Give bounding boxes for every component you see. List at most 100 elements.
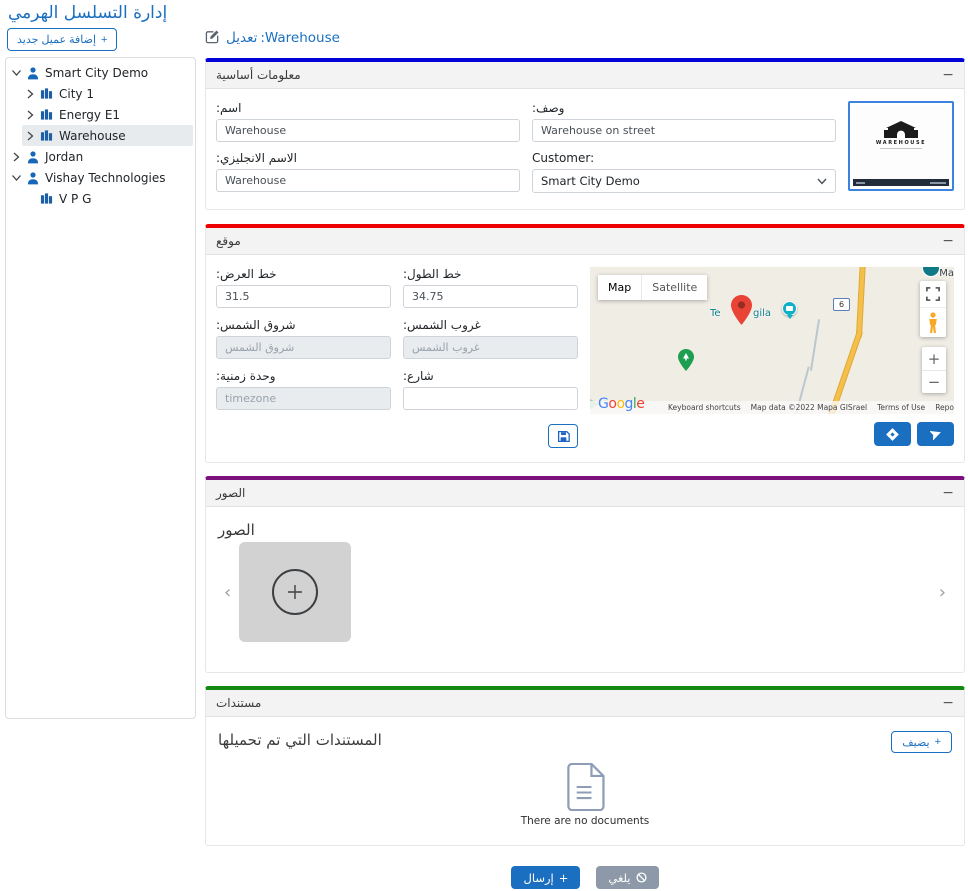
collapse-icon[interactable]: − xyxy=(942,486,954,500)
timezone-input xyxy=(216,387,391,410)
tree-item-warehouse-selected[interactable]: Warehouse xyxy=(22,125,193,146)
chevron-right-icon[interactable] xyxy=(26,89,35,99)
tree-item-jordan[interactable]: Jordan xyxy=(8,146,193,167)
tree-item-smart-city-demo[interactable]: Smart City Demo xyxy=(8,62,193,83)
navigate-button[interactable] xyxy=(917,422,954,446)
keyboard-shortcuts-link[interactable]: Keyboard shortcuts xyxy=(668,403,741,412)
collapse-icon[interactable]: − xyxy=(942,68,954,82)
edit-entity-name: :Warehouse xyxy=(260,30,340,46)
add-client-button[interactable]: إضافة عميل جديد + xyxy=(7,28,117,51)
edit-header: تعديل :Warehouse xyxy=(205,30,965,46)
entity-thumbnail-cell: WAREHOUSE xyxy=(848,101,954,193)
zoom-out-button[interactable]: − xyxy=(922,370,946,393)
poi-label-top: Ma xyxy=(939,268,954,279)
fullscreen-icon[interactable] xyxy=(920,281,946,307)
tree-item-energy-e1[interactable]: Energy E1 xyxy=(22,104,193,125)
tree-item-v-p-g[interactable]: V P G xyxy=(22,188,193,209)
collapse-icon[interactable]: − xyxy=(942,696,954,710)
tree-item-label: City 1 xyxy=(59,87,94,101)
map-tab[interactable]: Map xyxy=(598,275,641,300)
zoom-in-button[interactable]: + xyxy=(922,347,946,370)
documents-title: مستندات xyxy=(216,696,261,710)
tree-item-vishay-technologies[interactable]: Vishay Technologies xyxy=(8,167,193,188)
pegman-icon[interactable] xyxy=(920,307,946,337)
route-shield: 6 xyxy=(833,298,850,311)
buildings-icon xyxy=(40,129,54,142)
save-location-button[interactable] xyxy=(548,424,578,448)
images-card: الصور − الصور ‹ › xyxy=(205,476,965,673)
location-body: خط العرض: خط الطول: شروق الشمس: غروب الش… xyxy=(206,255,964,462)
chevron-down-icon[interactable] xyxy=(12,173,21,183)
google-map[interactable]: Map Satellite 6 Te gila Ma xyxy=(590,267,954,414)
sunrise-field-group: شروق الشمس: xyxy=(216,318,391,359)
main-content: تعديل :Warehouse معلومات أساسية − اسم: و… xyxy=(205,30,965,889)
directions-button[interactable] xyxy=(874,422,911,446)
name-label: اسم: xyxy=(216,101,241,115)
name-input[interactable] xyxy=(216,119,520,142)
add-image-tile[interactable] xyxy=(239,542,351,642)
documents-heading: المستندات التي تم تحميلها xyxy=(218,731,382,749)
street-label: شارع: xyxy=(403,369,434,383)
street-input[interactable] xyxy=(403,387,578,410)
chevron-down-icon xyxy=(817,178,827,185)
person-icon xyxy=(26,150,40,164)
sunset-input xyxy=(403,336,578,359)
chevron-right-icon[interactable] xyxy=(26,110,35,120)
person-icon xyxy=(26,66,40,80)
person-icon xyxy=(26,171,40,185)
location-pin xyxy=(731,295,752,328)
map-type-control: Map Satellite xyxy=(598,275,707,300)
sunrise-label: شروق الشمس: xyxy=(216,318,296,332)
tree-item-city-1[interactable]: City 1 xyxy=(22,83,193,104)
collapse-icon[interactable]: − xyxy=(942,234,954,248)
longitude-field-group: خط الطول: xyxy=(403,267,578,308)
poi-marker-top xyxy=(922,267,940,277)
poi-label-left: Te xyxy=(710,308,721,319)
add-image-plus-icon xyxy=(272,569,318,615)
terms-of-use-link[interactable]: Terms of Use xyxy=(877,403,925,412)
satellite-tab[interactable]: Satellite xyxy=(641,275,707,300)
latitude-label: خط العرض: xyxy=(216,267,277,281)
chevron-down-icon[interactable] xyxy=(12,68,21,78)
map-attribution: Keyboard shortcuts Map data ©2022 Mapa G… xyxy=(590,401,954,414)
timezone-label: وحدة زمنية: xyxy=(216,369,276,383)
basic-info-title: معلومات أساسية xyxy=(216,68,301,82)
cancel-button[interactable]: يلغي xyxy=(596,866,658,889)
report-map-error-link[interactable]: Report a map error xyxy=(935,403,954,412)
location-fields: خط العرض: خط الطول: شروق الشمس: غروب الش… xyxy=(216,267,578,448)
add-document-button[interactable]: يضيف + xyxy=(891,731,952,753)
latitude-input[interactable] xyxy=(216,285,391,308)
description-input[interactable] xyxy=(532,119,836,142)
description-field-group: وصف: xyxy=(532,101,836,142)
thumbnail-brand-text: WAREHOUSE xyxy=(876,140,926,146)
tree-item-label: Warehouse xyxy=(59,129,126,143)
tree-item-label: Energy E1 xyxy=(59,108,120,122)
sunrise-input xyxy=(216,336,391,359)
plus-icon: + xyxy=(559,871,569,885)
basic-info-header: معلومات أساسية − xyxy=(206,62,964,89)
street-field-group: شارع: xyxy=(403,369,578,410)
warehouse-logo-image[interactable]: WAREHOUSE xyxy=(848,101,954,191)
save-icon xyxy=(557,430,570,443)
longitude-input[interactable] xyxy=(403,285,578,308)
plus-icon: + xyxy=(935,736,941,748)
submit-button[interactable]: إرسال + xyxy=(511,866,580,889)
poi-label-right: gila xyxy=(753,308,771,319)
english-name-input[interactable] xyxy=(216,169,520,192)
buildings-icon xyxy=(40,192,54,205)
edit-label: تعديل xyxy=(226,30,257,46)
customer-select[interactable]: Smart City Demo xyxy=(532,169,836,193)
sunset-label: غروب الشمس: xyxy=(403,318,481,332)
submit-label: إرسال xyxy=(523,871,553,885)
location-title: موقع xyxy=(216,234,241,248)
images-title: الصور xyxy=(216,486,245,500)
no-documents-text: There are no documents xyxy=(521,815,650,827)
google-logo[interactable]: Google xyxy=(598,396,644,412)
documents-body: المستندات التي تم تحميلها يضيف + There a… xyxy=(206,717,964,845)
chevron-right-icon[interactable] xyxy=(12,152,21,162)
chevron-right-icon[interactable] xyxy=(26,131,35,141)
tree-item-label: Jordan xyxy=(45,150,83,164)
cancel-label: يلغي xyxy=(608,871,630,885)
carousel-next-icon[interactable]: › xyxy=(931,582,954,603)
carousel-prev-icon[interactable]: ‹ xyxy=(216,582,239,603)
